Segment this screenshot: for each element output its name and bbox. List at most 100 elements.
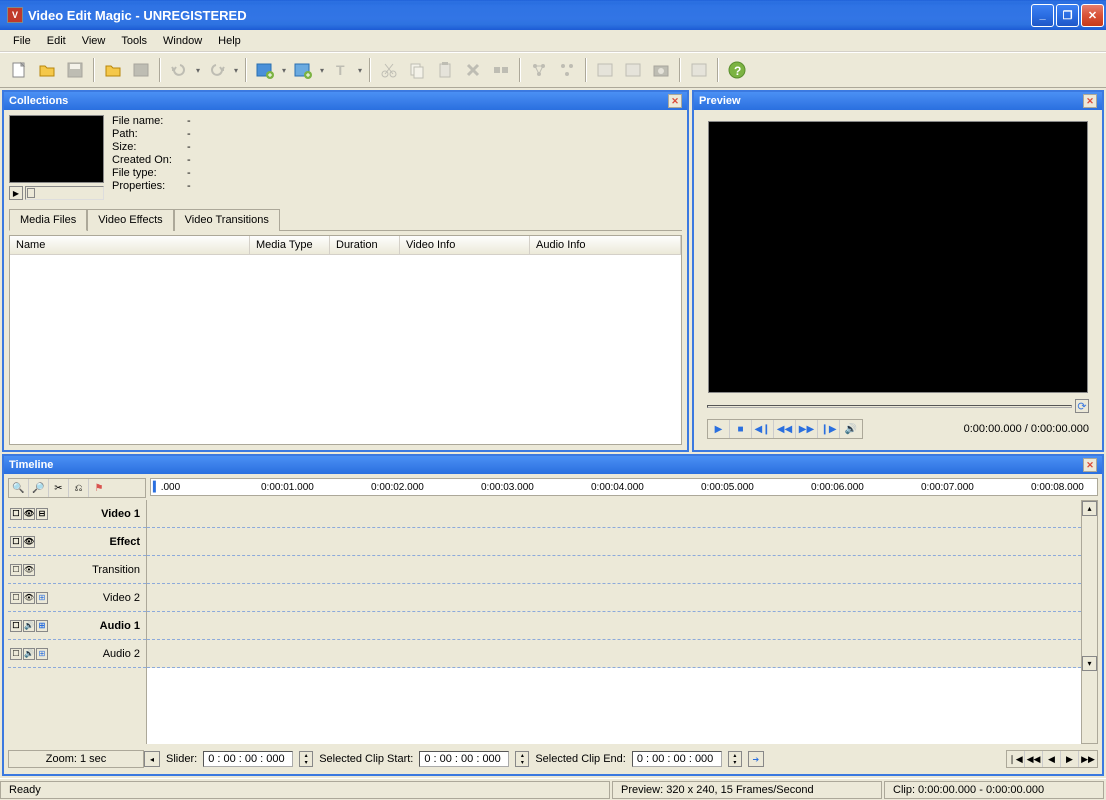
preview-slider[interactable] <box>707 405 1072 408</box>
timeline-ruler[interactable]: ▍.000 0:00:01.000 0:00:02.000 0:00:03.00… <box>150 478 1098 496</box>
add-video-button[interactable] <box>252 57 278 83</box>
end-spin[interactable]: ▴▾ <box>728 751 742 767</box>
track-speaker-icon[interactable]: 🔊 <box>23 620 35 632</box>
add-video-dropdown[interactable]: ▾ <box>279 66 289 75</box>
copy-button[interactable] <box>404 57 430 83</box>
save-button[interactable] <box>62 57 88 83</box>
delete-button[interactable] <box>460 57 486 83</box>
add-clip-button[interactable] <box>290 57 316 83</box>
preview-canvas <box>708 121 1088 393</box>
col-audioinfo[interactable]: Audio Info <box>530 236 681 254</box>
export-button[interactable] <box>592 57 618 83</box>
track-audio2[interactable]: ☐🔊⊞ Audio 2 <box>8 640 146 668</box>
tl-tool-4[interactable]: ⎌ <box>69 479 89 497</box>
track-mute-icon[interactable]: ☐ <box>10 508 22 520</box>
cut-button[interactable] <box>376 57 402 83</box>
track-lock-icon[interactable]: ⊟ <box>36 508 48 520</box>
start-spin[interactable]: ▴▾ <box>515 751 529 767</box>
play-button[interactable]: ▶ <box>708 420 730 438</box>
slider-spin[interactable]: ▴▾ <box>299 751 313 767</box>
goto-button[interactable]: ➔ <box>748 751 764 767</box>
undo-dropdown[interactable]: ▾ <box>193 66 203 75</box>
forward-button[interactable]: ▶▶ <box>796 420 818 438</box>
clip-start-input[interactable] <box>419 751 509 767</box>
nav-first[interactable]: ❘◀ <box>1007 751 1025 767</box>
import-folder-button[interactable] <box>100 57 126 83</box>
export2-button[interactable] <box>620 57 646 83</box>
preview-close-button[interactable]: ✕ <box>1083 94 1097 108</box>
menubar: File Edit View Tools Window Help <box>0 30 1106 52</box>
tl-hscroll-left[interactable]: ◂ <box>144 751 160 767</box>
thumb-slider[interactable] <box>25 186 104 200</box>
col-duration[interactable]: Duration <box>330 236 400 254</box>
ungroup-button[interactable] <box>554 57 580 83</box>
media-grid[interactable]: Name Media Type Duration Video Info Audi… <box>9 235 682 445</box>
status-ready: Ready <box>0 781 610 799</box>
nav-next[interactable]: ▶ <box>1061 751 1079 767</box>
col-videoinfo[interactable]: Video Info <box>400 236 530 254</box>
menu-help[interactable]: Help <box>210 32 249 50</box>
paste-button[interactable] <box>432 57 458 83</box>
slider-time-input[interactable] <box>203 751 293 767</box>
redo-dropdown[interactable]: ▾ <box>231 66 241 75</box>
rewind-button[interactable]: ◀◀ <box>774 420 796 438</box>
volume-button[interactable]: 🔊 <box>840 420 862 438</box>
open-button[interactable] <box>34 57 60 83</box>
zoom-out-button[interactable]: 🔎 <box>29 479 49 497</box>
minimize-button[interactable]: _ <box>1031 4 1054 27</box>
new-button[interactable] <box>6 57 32 83</box>
preview-slider-end-button[interactable]: ⟳ <box>1075 399 1089 413</box>
track-audio1[interactable]: ☐🔊⊞ Audio 1 <box>8 612 146 640</box>
import-media-button[interactable] <box>128 57 154 83</box>
app-icon: V <box>7 7 23 23</box>
tl-scroll-up[interactable]: ▴ <box>1082 501 1097 516</box>
clip-end-input[interactable] <box>632 751 722 767</box>
text-dropdown[interactable]: ▾ <box>355 66 365 75</box>
collections-thumbnail <box>9 115 104 183</box>
tl-marker-button[interactable]: ⚑ <box>89 479 109 497</box>
timeline-panel: Timeline ✕ 🔍 🔎 ✂ ⎌ ⚑ ▍.000 0:00:01.000 0… <box>2 454 1104 776</box>
col-mediatype[interactable]: Media Type <box>250 236 330 254</box>
menu-tools[interactable]: Tools <box>113 32 155 50</box>
tl-scroll-down[interactable]: ▾ <box>1082 656 1097 671</box>
statusbar: Ready Preview: 320 x 240, 15 Frames/Seco… <box>0 778 1106 800</box>
stop-button[interactable]: ■ <box>730 420 752 438</box>
titlebar: V Video Edit Magic - UNREGISTERED _ ❐ ✕ <box>0 0 1106 30</box>
tab-video-effects[interactable]: Video Effects <box>87 209 173 231</box>
group-button[interactable] <box>526 57 552 83</box>
track-effect[interactable]: ☐👁 Effect <box>8 528 146 556</box>
tab-media-files[interactable]: Media Files <box>9 209 87 231</box>
status-preview: Preview: 320 x 240, 15 Frames/Second <box>612 781 882 799</box>
add-clip-dropdown[interactable]: ▾ <box>317 66 327 75</box>
snapshot-button[interactable] <box>648 57 674 83</box>
menu-window[interactable]: Window <box>155 32 210 50</box>
close-button[interactable]: ✕ <box>1081 4 1104 27</box>
prev-frame-button[interactable]: ◀❙ <box>752 420 774 438</box>
timeline-tracks[interactable] <box>146 500 1081 744</box>
help-button[interactable]: ? <box>724 57 750 83</box>
nav-prev[interactable]: ◀ <box>1043 751 1061 767</box>
menu-view[interactable]: View <box>74 32 114 50</box>
split-button[interactable] <box>488 57 514 83</box>
nav-prev-fast[interactable]: ◀◀ <box>1025 751 1043 767</box>
track-transition[interactable]: ☐👁 Transition <box>8 556 146 584</box>
zoom-in-button[interactable]: 🔍 <box>9 479 29 497</box>
redo-button[interactable] <box>204 57 230 83</box>
nav-next-fast[interactable]: ▶▶ <box>1079 751 1097 767</box>
track-eye-icon[interactable]: 👁 <box>23 508 35 520</box>
text-button[interactable]: T <box>328 57 354 83</box>
tab-video-transitions[interactable]: Video Transitions <box>174 209 280 231</box>
next-frame-button[interactable]: ❙▶ <box>818 420 840 438</box>
track-video1[interactable]: ☐👁⊟ Video 1 <box>8 500 146 528</box>
timeline-close-button[interactable]: ✕ <box>1083 458 1097 472</box>
settings-button[interactable] <box>686 57 712 83</box>
col-name[interactable]: Name <box>10 236 250 254</box>
menu-file[interactable]: File <box>5 32 39 50</box>
undo-button[interactable] <box>166 57 192 83</box>
maximize-button[interactable]: ❐ <box>1056 4 1079 27</box>
collections-close-button[interactable]: ✕ <box>668 94 682 108</box>
thumb-play-button[interactable]: ▶ <box>9 186 23 200</box>
menu-edit[interactable]: Edit <box>39 32 74 50</box>
tl-tool-3[interactable]: ✂ <box>49 479 69 497</box>
track-video2[interactable]: ☐👁⊞ Video 2 <box>8 584 146 612</box>
